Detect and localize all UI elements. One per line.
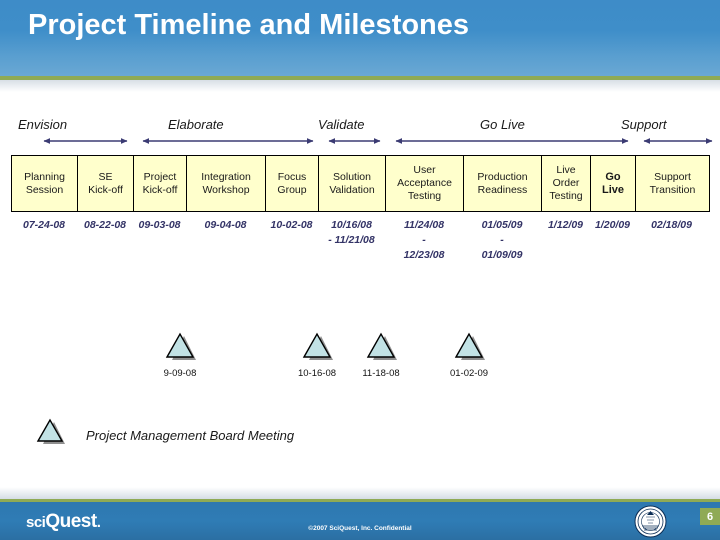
date-planning-session: 07-24-08 xyxy=(22,219,66,231)
cell-line: Project Kick-off xyxy=(142,170,178,196)
milestone-label: 11-18-08 xyxy=(362,368,400,379)
header-fade-shadow xyxy=(0,80,720,92)
triangle-icon xyxy=(452,332,492,364)
phase-label-elaborate: Elaborate xyxy=(168,117,224,132)
timeline-cell-project-kickoff[interactable]: Project Kick-off xyxy=(134,156,187,211)
timeline-cell-integration-workshop[interactable]: Integration Workshop xyxy=(187,156,266,211)
date-live-order-testing: 1/12/09 xyxy=(547,219,584,231)
page-title: Project Timeline and Milestones xyxy=(28,9,470,41)
date-integration-workshop: 09-04-08 xyxy=(204,219,247,231)
date-support-transition: 02/18/09 xyxy=(651,219,692,231)
timeline-date-row: 07-24-08 08-22-08 09-03-08 09-04-08 10-0… xyxy=(11,216,710,266)
timeline-cell-live-order-testing[interactable]: Live Order Testing xyxy=(542,156,591,211)
copyright-text: ©2007 SciQuest, Inc. Confidential xyxy=(308,525,412,532)
triangle-icon xyxy=(300,332,340,364)
footer-bar xyxy=(0,502,720,540)
phase-label-golive: Go Live xyxy=(480,117,525,132)
timeline-cell-support-transition[interactable]: Support Transition xyxy=(636,156,709,211)
date-production-readiness: 01/05/09-01/09/09 xyxy=(481,219,523,261)
timeline-cell-go-live[interactable]: Go Live xyxy=(591,156,636,211)
timeline-cell-focus-group[interactable]: Focus Group xyxy=(266,156,319,211)
cell-line: Solution Validation xyxy=(329,170,375,196)
date-user-acceptance-testing: 11/24/08-12/23/08 xyxy=(403,219,445,261)
milestone-label: 9-09-08 xyxy=(163,368,197,379)
timeline-cell-solution-validation[interactable]: Solution Validation xyxy=(319,156,386,211)
page-number: 6 xyxy=(700,508,720,525)
cell-line: Focus Group xyxy=(277,170,307,196)
date-focus-group: 10-02-08 xyxy=(270,219,313,231)
cell-line: Go Live xyxy=(601,170,624,196)
cell-line: Integration Workshop xyxy=(201,170,251,196)
triangle-icon xyxy=(34,418,70,453)
date-go-live: 1/20/09 xyxy=(594,219,631,231)
triangle-icon xyxy=(364,332,404,364)
cell-line: Planning Session xyxy=(24,170,65,196)
milestone-marker-4[interactable]: 01-02-09 xyxy=(450,332,492,379)
timeline-cell-production-readiness[interactable]: Production Readiness xyxy=(464,156,542,211)
footer-fade-shadow xyxy=(0,487,720,499)
cell-line: Production Readiness xyxy=(477,170,528,196)
cell-line: Support Transition xyxy=(649,170,696,196)
date-solution-validation: 10/16/08- 11/21/08 xyxy=(328,219,375,246)
university-seal-icon xyxy=(634,505,667,538)
phase-label-support: Support xyxy=(621,117,667,132)
timeline-cell-planning-session[interactable]: Planning Session xyxy=(12,156,78,211)
triangle-icon xyxy=(163,332,203,364)
phase-label-validate: Validate xyxy=(318,117,365,132)
legend-label: Project Management Board Meeting xyxy=(86,428,295,443)
timeline-cell-user-acceptance-testing[interactable]: User Acceptance Testing xyxy=(386,156,464,211)
legend: Project Management Board Meeting xyxy=(34,418,294,453)
milestone-marker-1[interactable]: 9-09-08 xyxy=(163,332,203,379)
milestone-marker-2[interactable]: 10-16-08 xyxy=(298,332,340,379)
date-se-kickoff: 08-22-08 xyxy=(83,219,127,231)
timeline-table: Planning Session SE Kick-off Project Kick-o… xyxy=(11,155,710,212)
cell-line: Live Order Testing xyxy=(549,164,583,202)
milestone-marker-3[interactable]: 11-18-08 xyxy=(362,332,404,379)
timeline-cell-se-kickoff[interactable]: SE Kick-off xyxy=(78,156,134,211)
phase-label-envision: Envision xyxy=(18,117,68,132)
date-project-kickoff: 09-03-08 xyxy=(138,219,181,231)
milestone-label: 01-02-09 xyxy=(449,368,489,379)
cell-line: SE Kick-off xyxy=(88,170,123,196)
milestone-label: 10-16-08 xyxy=(297,368,337,379)
cell-line: User Acceptance Testing xyxy=(397,164,452,202)
phase-arrow-band xyxy=(43,138,713,144)
